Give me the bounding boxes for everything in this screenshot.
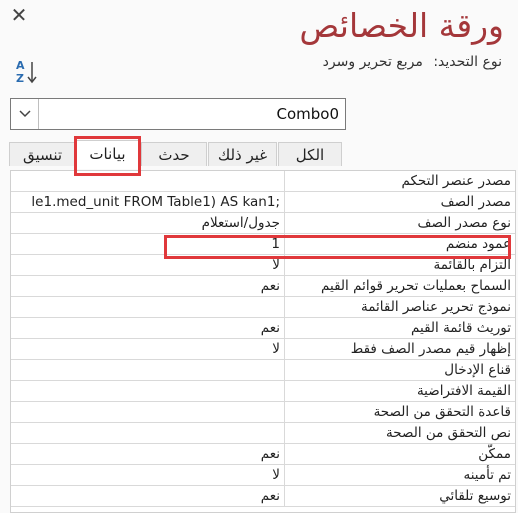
tab-other[interactable]: غير ذلك	[208, 142, 277, 166]
property-row[interactable]: القيمة الافتراضية	[11, 381, 515, 402]
property-value[interactable]: لا	[11, 255, 284, 275]
property-grid: مصدر عنصر التحكم le1.med_unit FROM Table…	[10, 170, 516, 513]
property-row[interactable]: نص التحقق من الصحة	[11, 423, 515, 444]
selection-type: نوع التحديد: مربع تحرير وسرد	[323, 54, 502, 70]
property-label: توريث قائمة القيم	[284, 318, 515, 338]
property-row[interactable]: نعم السماح بعمليات تحرير قوائم القيم	[11, 276, 515, 297]
property-value[interactable]: لا	[11, 465, 284, 485]
property-row[interactable]: نموذج تحرير عناصر القائمة	[11, 297, 515, 318]
sort-az-icon[interactable]: A Z	[14, 58, 40, 86]
property-value[interactable]	[11, 171, 284, 191]
property-value[interactable]: le1.med_unit FROM Table1) AS kan1;	[11, 192, 284, 212]
property-value[interactable]	[11, 297, 284, 317]
close-icon[interactable]: ✕	[8, 4, 30, 26]
panel-title: ورقة الخصائص	[299, 6, 504, 45]
property-label: تم تأمينه	[284, 465, 515, 485]
selection-type-value: مربع تحرير وسرد	[322, 54, 423, 70]
tab-bar: تنسيق بيانات حدث غير ذلك الكل	[9, 140, 342, 169]
property-value[interactable]: نعم	[11, 318, 284, 338]
property-label: نص التحقق من الصحة	[284, 423, 515, 443]
property-value[interactable]	[11, 402, 284, 422]
property-row[interactable]: لا تم تأمينه	[11, 465, 515, 486]
property-row[interactable]: جدول/استعلام نوع مصدر الصف	[11, 213, 515, 234]
property-row[interactable]: le1.med_unit FROM Table1) AS kan1; مصدر …	[11, 192, 515, 213]
property-value[interactable]	[11, 381, 284, 401]
tab-event[interactable]: حدث	[141, 142, 207, 166]
property-label: قاعدة التحقق من الصحة	[284, 402, 515, 422]
svg-text:A: A	[16, 59, 25, 72]
property-row[interactable]: مصدر عنصر التحكم	[11, 171, 515, 192]
tab-format[interactable]: تنسيق	[9, 142, 76, 166]
property-row[interactable]: نعم توسيع تلقائي	[11, 486, 515, 507]
property-row[interactable]: نعم توريث قائمة القيم	[11, 318, 515, 339]
property-value[interactable]	[11, 423, 284, 443]
property-label: مصدر عنصر التحكم	[284, 171, 515, 191]
tab-all[interactable]: الكل	[278, 142, 342, 166]
tab-data[interactable]: بيانات	[76, 140, 139, 169]
property-label: نوع مصدر الصف	[284, 213, 515, 233]
property-row[interactable]: قناع الإدخال	[11, 360, 515, 381]
selection-type-label: نوع التحديد:	[433, 54, 502, 70]
property-value[interactable]: لا	[11, 339, 284, 359]
property-value[interactable]: نعم	[11, 486, 284, 506]
property-label: قناع الإدخال	[284, 360, 515, 380]
property-value[interactable]: نعم	[11, 444, 284, 464]
property-label: توسيع تلقائي	[284, 486, 515, 506]
property-value[interactable]: 1	[11, 234, 284, 254]
property-label: مصدر الصف	[284, 192, 515, 212]
property-value[interactable]: نعم	[11, 276, 284, 296]
property-value[interactable]	[11, 360, 284, 380]
property-label: نموذج تحرير عناصر القائمة	[284, 297, 515, 317]
property-label: إظهار قيم مصدر الصف فقط	[284, 339, 515, 359]
property-row[interactable]: لا التزام بالقائمة	[11, 255, 515, 276]
property-row[interactable]: 1 عمود منضم	[11, 234, 515, 255]
property-row[interactable]: نعم ممكّن	[11, 444, 515, 465]
property-label: عمود منضم	[284, 234, 515, 254]
object-selector-combo[interactable]: Combo0	[10, 98, 346, 130]
property-label: ممكّن	[284, 444, 515, 464]
property-label: القيمة الافتراضية	[284, 381, 515, 401]
chevron-down-icon[interactable]	[11, 99, 39, 129]
object-selector-value: Combo0	[276, 105, 339, 123]
svg-text:Z: Z	[16, 72, 24, 85]
property-row[interactable]: لا إظهار قيم مصدر الصف فقط	[11, 339, 515, 360]
property-label: السماح بعمليات تحرير قوائم القيم	[284, 276, 515, 296]
property-value[interactable]: جدول/استعلام	[11, 213, 284, 233]
property-label: التزام بالقائمة	[284, 255, 515, 275]
property-row[interactable]: قاعدة التحقق من الصحة	[11, 402, 515, 423]
